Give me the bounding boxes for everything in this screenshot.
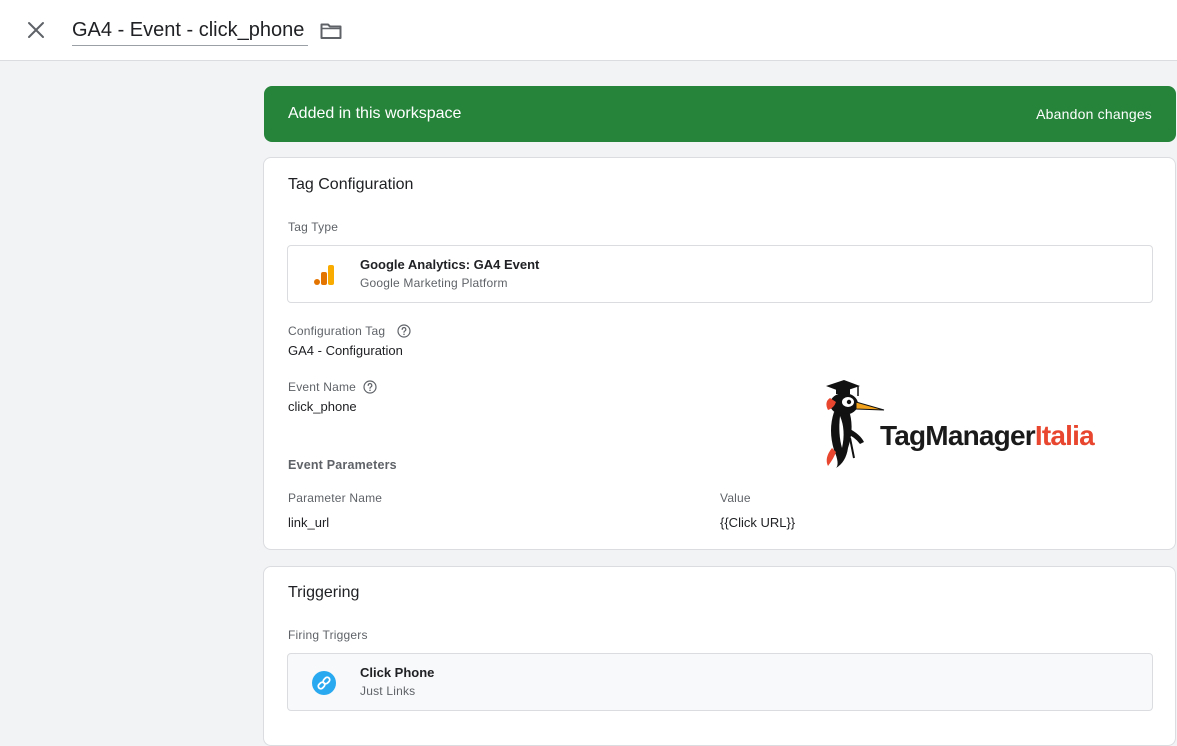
help-icon[interactable] — [363, 380, 377, 394]
close-icon — [28, 22, 44, 38]
tag-type-label: Tag Type — [288, 220, 339, 234]
tag-type-name: Google Analytics: GA4 Event — [360, 257, 540, 272]
logo-text-part2: Italia — [1034, 420, 1095, 451]
event-name-value: click_phone — [288, 399, 357, 414]
firing-triggers-label: Firing Triggers — [288, 628, 368, 642]
workspace-status-banner: Added in this workspace Abandon changes — [264, 86, 1176, 142]
parameter-name-cell: link_url — [288, 515, 330, 530]
banner-text: Added in this workspace — [288, 105, 462, 122]
parameter-name-header: Parameter Name — [288, 491, 383, 505]
logo-wordmark: TagManagerItalia — [880, 420, 1095, 452]
tag-configuration-title: Tag Configuration — [288, 176, 414, 193]
event-parameters-label: Event Parameters — [288, 458, 397, 472]
trigger-item[interactable]: Click Phone Just Links — [287, 653, 1153, 711]
logo-text-part1: TagManager — [880, 420, 1036, 451]
close-button[interactable] — [22, 16, 50, 44]
parameter-value-header: Value — [720, 491, 751, 505]
tag-type-box[interactable]: Google Analytics: GA4 Event Google Marke… — [287, 245, 1153, 303]
tagmanageritalia-logo: TagManagerItalia — [820, 378, 1140, 470]
folder-icon — [320, 23, 342, 39]
configuration-tag-label: Configuration Tag — [288, 324, 386, 338]
folder-button[interactable] — [318, 18, 344, 44]
google-analytics-icon — [314, 265, 334, 285]
trigger-name: Click Phone — [360, 665, 435, 680]
help-icon[interactable] — [397, 324, 411, 338]
tag-configuration-card[interactable]: Tag Configuration Tag Type Google Analyt… — [263, 157, 1176, 550]
tag-name-field[interactable]: GA4 - Event - click_phone — [72, 17, 308, 46]
configuration-tag-value: GA4 - Configuration — [288, 343, 403, 358]
top-bar: GA4 - Event - click_phone — [0, 0, 1177, 61]
trigger-subtitle: Just Links — [360, 684, 416, 698]
triggering-title: Triggering — [288, 584, 360, 601]
triggering-card[interactable]: Triggering Firing Triggers Click Phone J… — [263, 566, 1176, 746]
parameter-value-cell: {{Click URL}} — [720, 515, 796, 530]
abandon-changes-button[interactable]: Abandon changes — [1036, 106, 1152, 122]
event-name-label: Event Name — [288, 380, 357, 394]
link-icon — [312, 671, 336, 695]
tag-type-subtitle: Google Marketing Platform — [360, 276, 508, 290]
